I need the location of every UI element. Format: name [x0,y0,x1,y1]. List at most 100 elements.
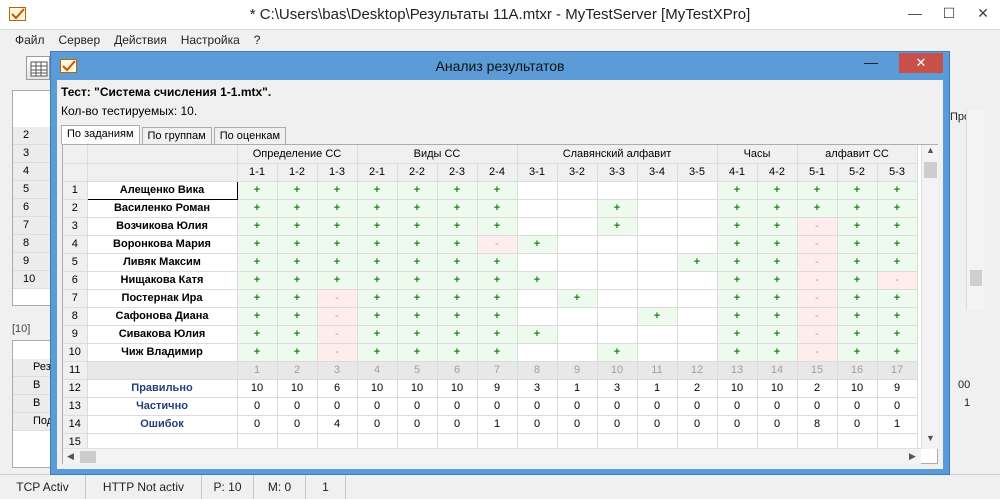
answer-cell[interactable]: + [237,181,278,200]
answer-cell[interactable] [517,199,558,218]
answer-cell[interactable]: + [757,253,798,272]
table-row[interactable]: 5 Ливяк Максим + + + + + + + + + + - + + [63,253,918,272]
answer-cell[interactable]: + [277,217,318,236]
answer-cell[interactable]: + [717,181,758,200]
answer-cell[interactable]: + [517,271,558,290]
table-row[interactable]: 4 Воронкова Мария + + + + + + - + + + - + + [63,235,918,254]
answer-cell[interactable]: - [477,235,518,254]
student-name[interactable]: Чиж Владимир [87,343,238,362]
answer-cell[interactable]: + [397,325,438,344]
answer-cell[interactable]: + [837,199,878,218]
answer-cell[interactable]: + [397,217,438,236]
answer-cell[interactable]: + [477,199,518,218]
answer-cell[interactable] [677,181,718,200]
column-header[interactable]: 1-1 [237,163,278,182]
answer-cell[interactable] [677,307,718,326]
dialog-close-button[interactable]: ✕ [899,53,943,73]
answer-cell[interactable]: + [837,253,878,272]
answer-cell[interactable]: + [837,235,878,254]
answer-cell[interactable]: - [797,217,838,236]
answer-cell[interactable]: + [437,343,478,362]
answer-cell[interactable]: + [357,181,398,200]
answer-cell[interactable] [557,253,598,272]
menu-actions[interactable]: Действия [107,31,174,51]
answer-cell[interactable]: + [477,271,518,290]
answer-cell[interactable]: + [277,235,318,254]
answer-cell[interactable]: + [477,325,518,344]
answer-cell[interactable]: + [757,217,798,236]
answer-cell[interactable]: + [717,325,758,344]
answer-cell[interactable]: + [877,199,918,218]
answer-cell[interactable]: + [517,235,558,254]
answer-cell[interactable]: - [317,289,358,308]
table-toolbar-button[interactable] [26,56,50,80]
answer-cell[interactable] [557,199,598,218]
answer-cell[interactable]: + [437,307,478,326]
answer-cell[interactable]: + [437,217,478,236]
answer-cell[interactable]: + [477,307,518,326]
answer-cell[interactable] [677,271,718,290]
answer-cell[interactable] [637,235,678,254]
answer-cell[interactable]: + [837,307,878,326]
answer-cell[interactable]: - [317,325,358,344]
answer-cell[interactable] [637,253,678,272]
column-header[interactable]: 3-3 [597,163,638,182]
answer-cell[interactable]: + [717,217,758,236]
answer-cell[interactable]: + [357,253,398,272]
answer-cell[interactable]: + [397,271,438,290]
maximize-button[interactable]: ☐ [932,0,966,26]
answer-cell[interactable]: - [797,343,838,362]
menu-help[interactable]: ? [247,31,268,51]
column-header[interactable]: 4-2 [757,163,798,182]
table-row[interactable]: 9 Сивакова Юлия + + - + + + + + + + - + + [63,325,918,344]
answer-cell[interactable]: + [357,271,398,290]
answer-cell[interactable]: + [477,289,518,308]
answer-cell[interactable] [517,289,558,308]
column-header[interactable]: 5-3 [877,163,918,182]
answer-cell[interactable] [637,343,678,362]
vertical-scroll-thumb[interactable] [924,162,937,178]
scrollbar-thumb[interactable] [970,270,982,286]
answer-cell[interactable]: + [397,235,438,254]
answer-cell[interactable] [557,235,598,254]
answer-cell[interactable]: + [357,199,398,218]
answer-cell[interactable]: + [357,235,398,254]
answer-cell[interactable]: + [277,325,318,344]
answer-cell[interactable]: + [277,271,318,290]
answer-cell[interactable]: + [637,307,678,326]
answer-cell[interactable]: + [237,199,278,218]
student-name[interactable]: Нищакова Катя [87,271,238,290]
answer-cell[interactable]: + [277,181,318,200]
answer-cell[interactable] [637,199,678,218]
answer-cell[interactable]: + [277,289,318,308]
answer-cell[interactable]: + [477,181,518,200]
column-header[interactable]: 1-2 [277,163,318,182]
answer-cell[interactable] [677,289,718,308]
answer-cell[interactable]: + [237,325,278,344]
answer-cell[interactable]: + [877,307,918,326]
student-name[interactable]: Алещенко Вика [86,180,238,200]
answer-cell[interactable] [597,271,638,290]
answer-cell[interactable] [677,235,718,254]
answer-cell[interactable]: + [877,289,918,308]
table-row[interactable]: 10 Чиж Владимир + + - + + + + + + + - + + [63,343,918,362]
column-header[interactable]: 2-4 [477,163,518,182]
answer-cell[interactable]: + [397,343,438,362]
answer-cell[interactable]: + [797,181,838,200]
answer-cell[interactable] [677,217,718,236]
answer-cell[interactable]: - [797,235,838,254]
answer-cell[interactable]: + [757,307,798,326]
answer-cell[interactable] [557,181,598,200]
answer-cell[interactable]: + [717,199,758,218]
answer-cell[interactable]: + [757,181,798,200]
table-row[interactable]: 8 Сафонова Диана + + - + + + + + + + - + + [63,307,918,326]
answer-cell[interactable]: + [477,253,518,272]
answer-cell[interactable]: + [237,235,278,254]
answer-cell[interactable]: + [357,343,398,362]
answer-cell[interactable] [517,253,558,272]
answer-cell[interactable]: - [797,307,838,326]
answer-cell[interactable]: + [357,289,398,308]
answer-cell[interactable]: + [597,199,638,218]
tab-by-tasks[interactable]: По заданиям [61,125,140,145]
answer-cell[interactable]: + [237,271,278,290]
